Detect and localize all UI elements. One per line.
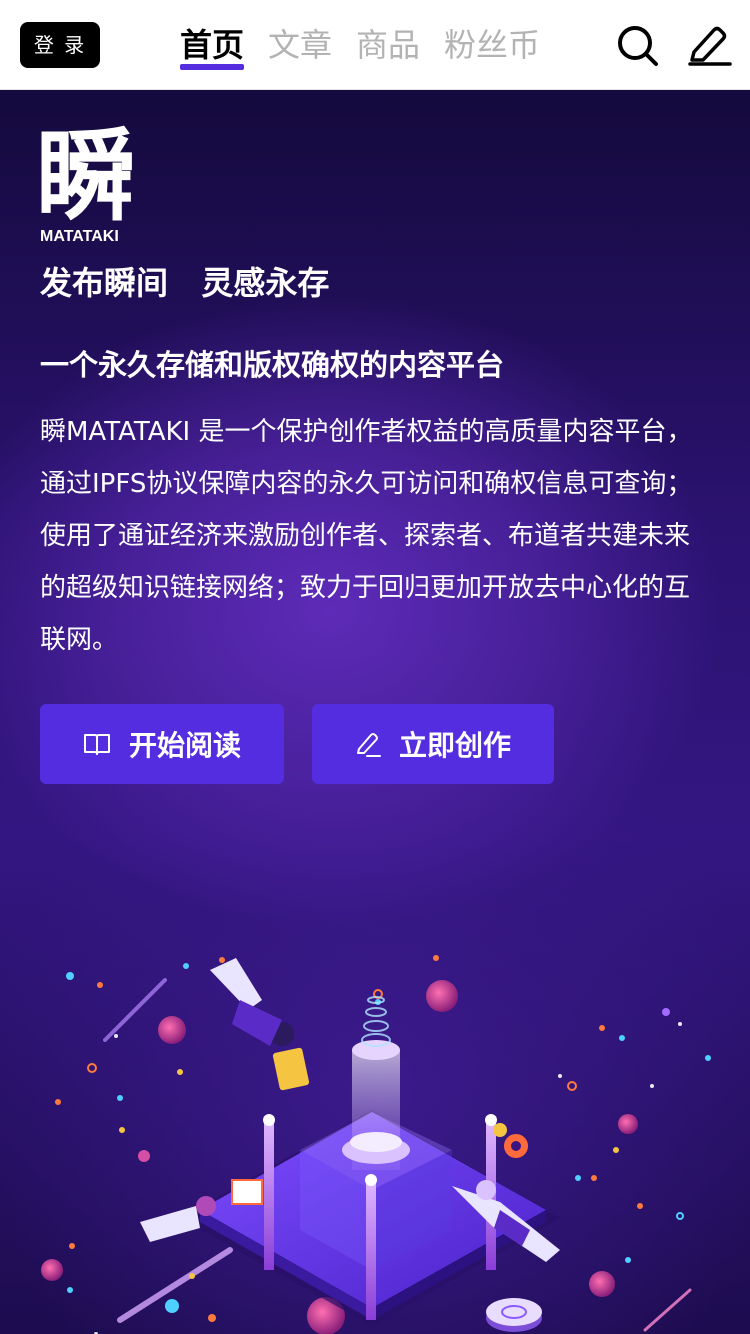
start-reading-button[interactable]: 开始阅读 [40, 704, 284, 784]
hero-description: 瞬MATATAKI 是一个保护创作者权益的高质量内容平台，通过IPFS协议保障内… [40, 417, 693, 655]
start-writing-button[interactable]: 立即创作 [312, 704, 554, 784]
hero-subtitle: 一个永久存储和版权确权的内容平台 [40, 348, 505, 382]
tab-articles[interactable]: 文章 [268, 22, 332, 68]
start-writing-label: 立即创作 [398, 729, 511, 762]
hero-section: 瞬 MATATAKI 发布瞬间 灵感永存 一个永久存储和版权确权的内容平台 瞬M… [0, 90, 750, 1334]
search-icon[interactable] [614, 22, 660, 68]
top-navigation-bar: 登 录 首页 文章 商品 粉丝币 [0, 0, 750, 90]
tab-fan-tokens[interactable]: 粉丝币 [444, 22, 540, 68]
tab-fan-tokens-label: 粉丝币 [444, 26, 541, 64]
logo-wordmark: MATATAKI [40, 228, 119, 245]
book-icon [83, 734, 110, 755]
tab-home-label: 首页 [180, 26, 245, 64]
tab-home[interactable]: 首页 [180, 22, 245, 70]
tab-products-label: 商品 [356, 26, 421, 64]
hero-slogan: 发布瞬间 灵感永存 [40, 264, 330, 302]
pen-icon [356, 733, 381, 757]
tab-articles-label: 文章 [268, 26, 333, 64]
active-tab-indicator [180, 64, 245, 70]
tab-products[interactable]: 商品 [356, 22, 420, 68]
start-reading-label: 开始阅读 [128, 729, 241, 762]
space-illustration [41, 955, 711, 1334]
main-nav-tabs: 首页 文章 商品 粉丝币 [180, 22, 540, 70]
logo-mark: 瞬 [36, 118, 136, 235]
edit-icon[interactable] [686, 22, 732, 68]
login-button[interactable]: 登 录 [20, 22, 100, 68]
astronaut-top [210, 958, 294, 1046]
